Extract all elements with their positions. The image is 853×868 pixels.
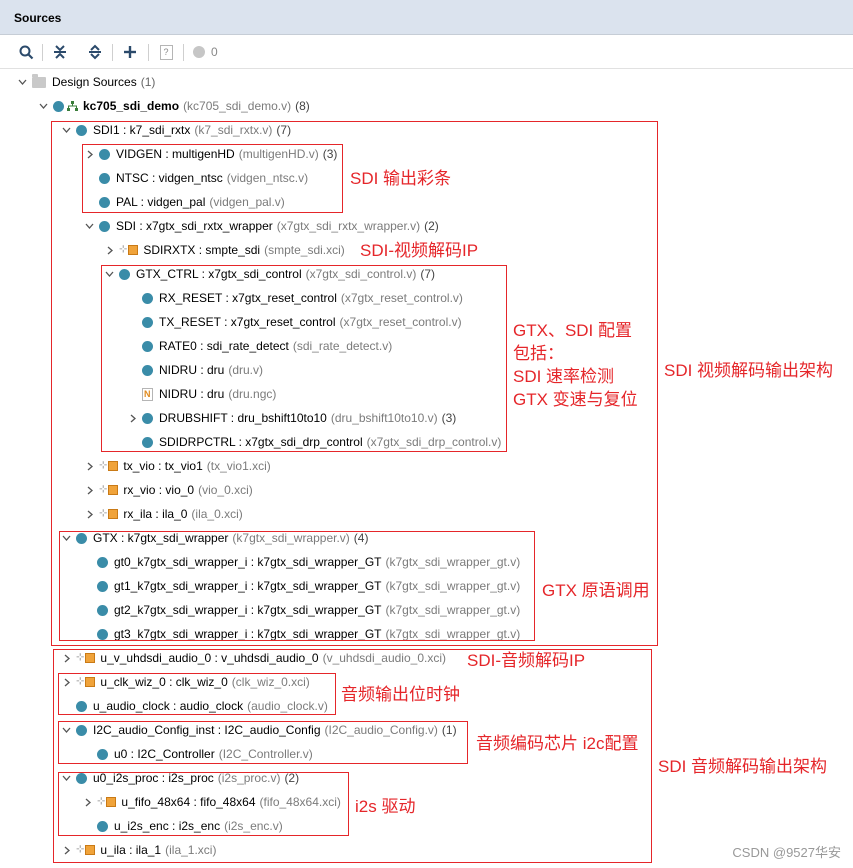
- annotation-sdi-video-arch: SDI 视频解码输出架构: [664, 361, 834, 380]
- folder-icon: [32, 73, 46, 88]
- annotation-gtx-sdi-config-3: SDI 速率检测: [513, 367, 615, 386]
- annotation-audio-codec-i2c: 音频编码芯片 i2c配置: [476, 734, 639, 753]
- annotation-gtx-sdi-config-4: GTX 变速与复位: [513, 390, 638, 409]
- gtx-sdi-config-box: [101, 265, 507, 452]
- annotation-sdi-video-ip: SDI-视频解码IP: [360, 241, 479, 260]
- add-icon[interactable]: [121, 42, 139, 62]
- status-dot-icon: [193, 46, 205, 58]
- tree-row-label: Design Sources: [52, 75, 137, 89]
- tree-row-count: (1): [140, 75, 156, 89]
- tree-row-file: (kc705_sdi_demo.v): [183, 99, 292, 113]
- annotation-gtx-sdi-config-2: 包括：: [513, 344, 564, 363]
- tree-row-kc705[interactable]: kc705_sdi_demo (kc705_sdi_demo.v) (8): [38, 95, 310, 117]
- annotation-gtx-primitive: GTX 原语调用: [542, 581, 650, 600]
- annotation-audio-bit-clock: 音频输出位时钟: [341, 685, 460, 704]
- annotation-sdi-audio-arch: SDI 音频解码输出架构: [658, 757, 828, 776]
- sources-panel-header: Sources: [0, 0, 853, 35]
- chevron-down-icon[interactable]: [17, 79, 28, 85]
- tree-row-count: (8): [295, 99, 310, 113]
- chevron-down-icon[interactable]: [38, 103, 49, 109]
- annotation-gtx-sdi-config-1: GTX、SDI 配置: [513, 321, 633, 340]
- i2s-driver-box: [58, 772, 349, 836]
- top-module-icon: [53, 100, 83, 112]
- gtx-primitive-box: [59, 531, 535, 641]
- watermark: CSDN @9527华安: [732, 845, 841, 860]
- panel-title: Sources: [14, 11, 62, 25]
- sources-toolbar: ? 0: [0, 36, 853, 69]
- help-icon[interactable]: ?: [157, 42, 175, 62]
- annotation-sdi-colorbar: SDI 输出彩条: [350, 169, 452, 188]
- collapse-all-icon[interactable]: [51, 42, 69, 62]
- status-indicator: 0: [193, 42, 229, 62]
- audio-codec-i2c-box: [58, 721, 468, 764]
- sdi-colorbar-box: [82, 144, 343, 213]
- tree-row-label: kc705_sdi_demo: [83, 99, 180, 113]
- annotation-i2s-driver: i2s 驱动: [355, 797, 416, 816]
- search-icon[interactable]: [17, 42, 35, 62]
- expand-all-icon[interactable]: [86, 42, 104, 62]
- annotation-sdi-audio-ip: SDI-音频解码IP: [467, 651, 586, 670]
- audio-bit-clock-box: [58, 673, 336, 715]
- tree-row-design-sources[interactable]: Design Sources (1): [17, 71, 155, 93]
